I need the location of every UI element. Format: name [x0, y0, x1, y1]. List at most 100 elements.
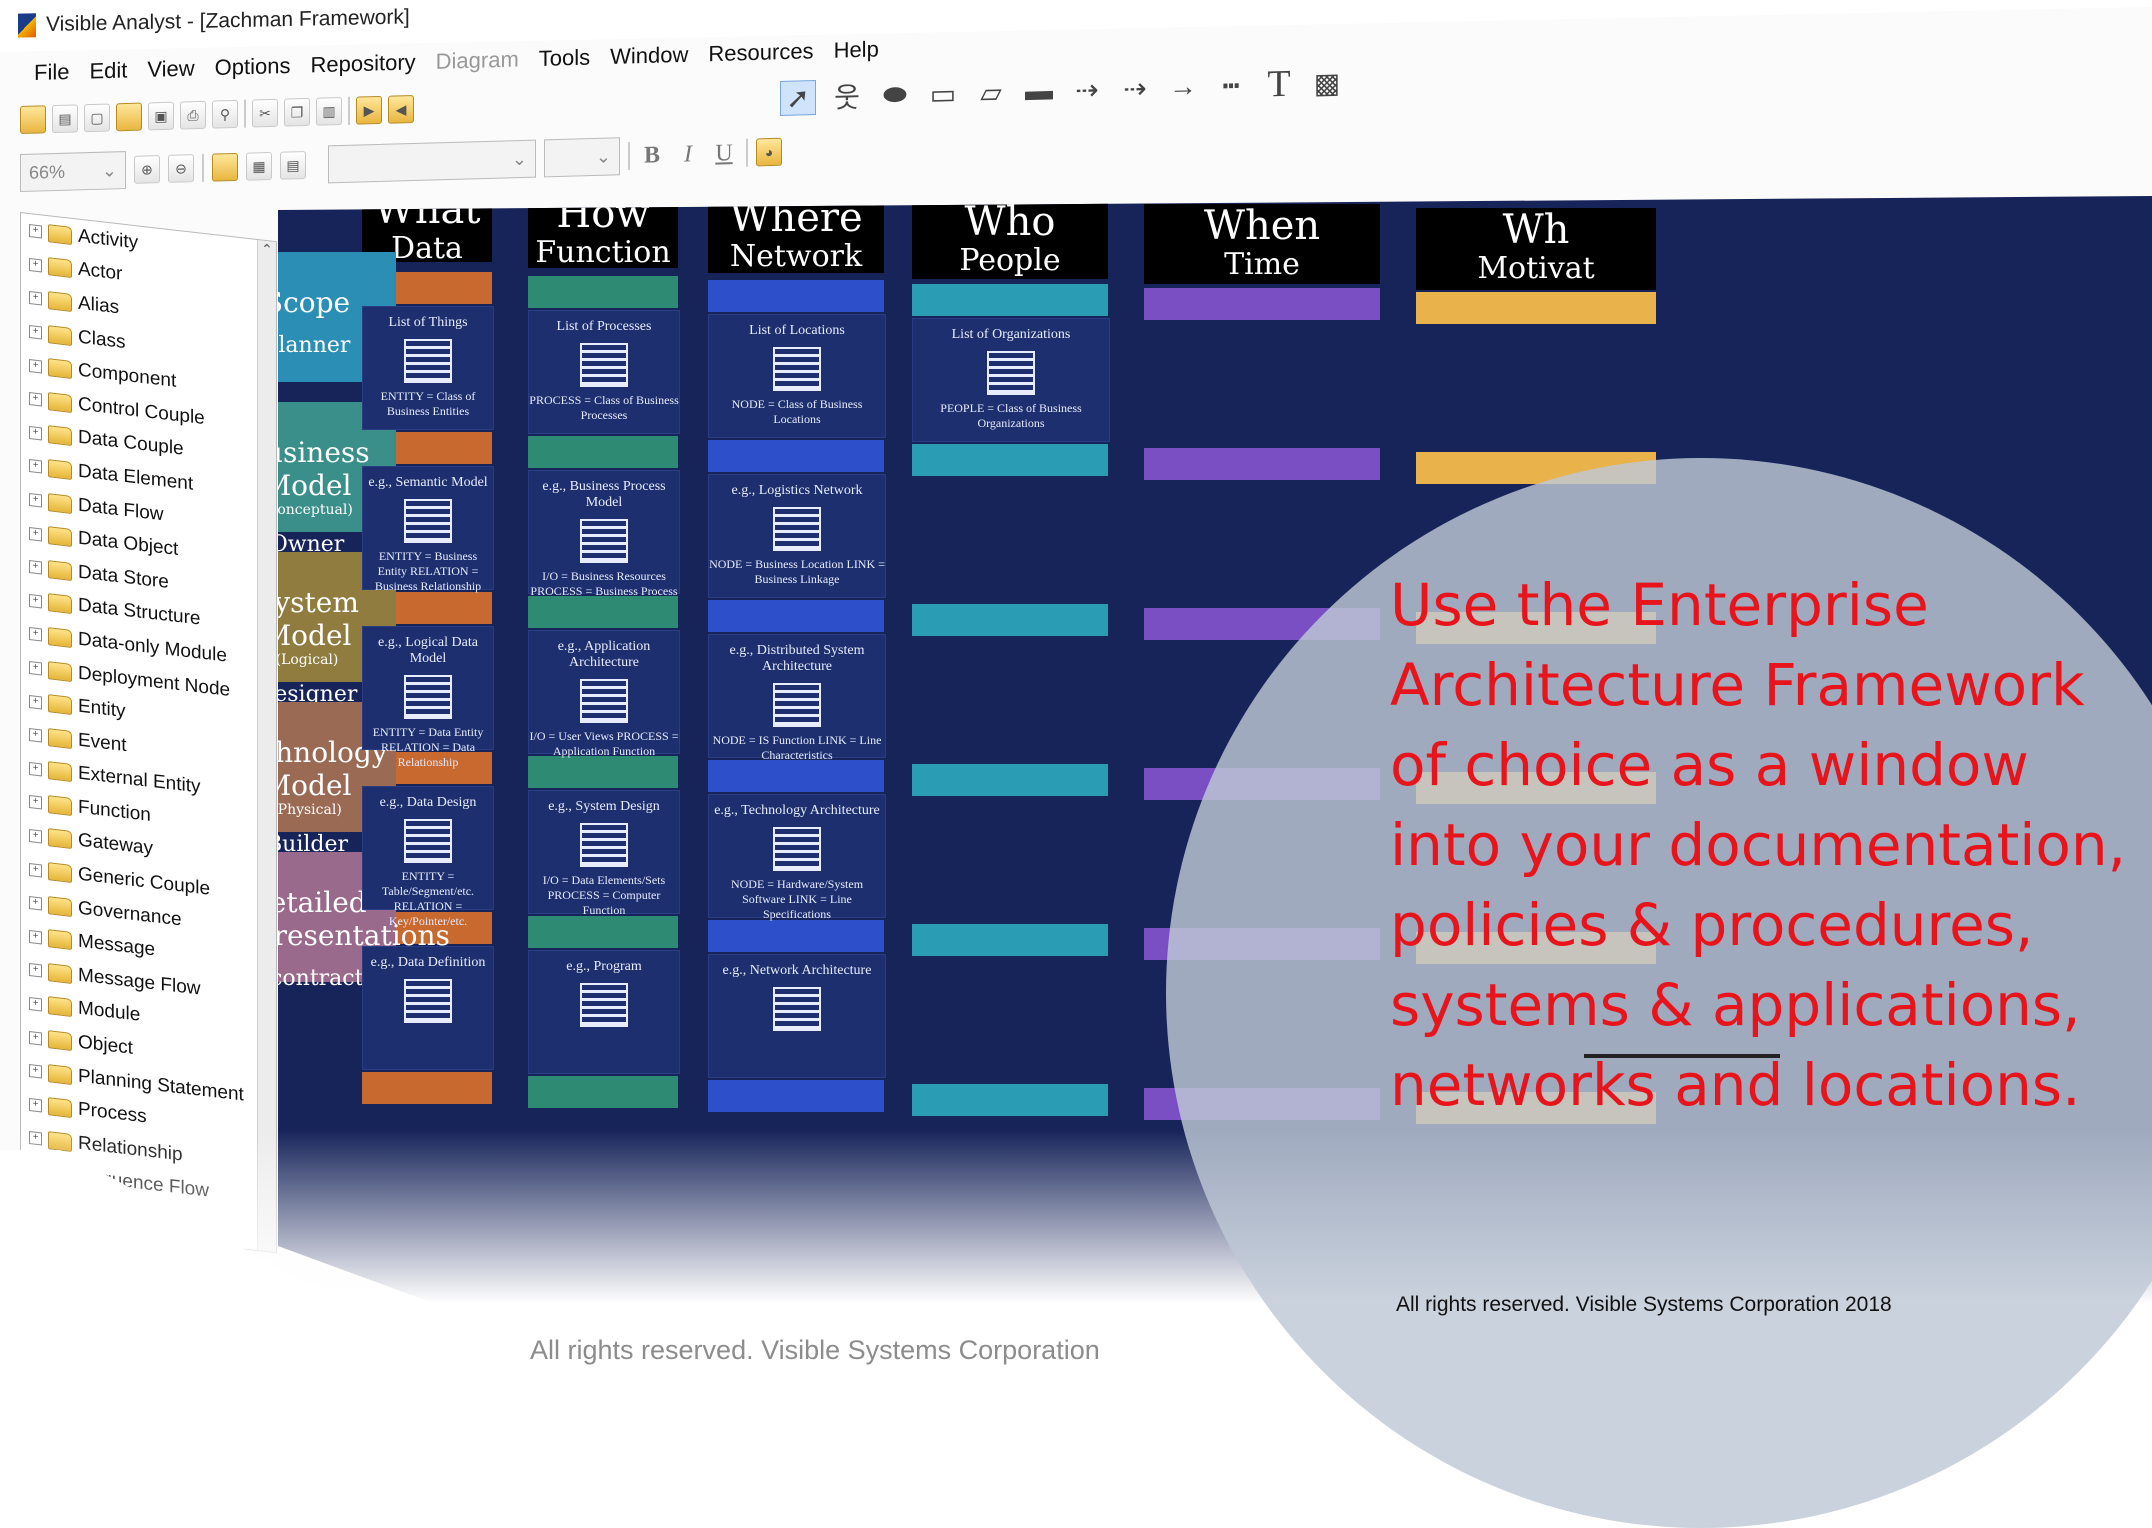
- framework-cell[interactable]: List of Locations NODE = Class of Busines…: [708, 314, 886, 438]
- font-size-select[interactable]: ⌄: [544, 137, 620, 178]
- expand-icon[interactable]: +: [29, 392, 42, 407]
- expand-icon[interactable]: +: [29, 358, 42, 374]
- font-family-select[interactable]: ⌄: [328, 139, 536, 184]
- repository-tree[interactable]: + Activity + Actor + Alias + Class + Component + Co…: [20, 212, 277, 1254]
- expand-icon[interactable]: +: [29, 829, 42, 844]
- scroll-up-arrow-icon[interactable]: ⌃: [258, 240, 276, 260]
- menu-tools[interactable]: Tools: [529, 44, 600, 72]
- expand-icon[interactable]: +: [29, 761, 42, 777]
- expand-icon[interactable]: +: [29, 728, 42, 743]
- framework-cell[interactable]: e.g., Application Architecture I/O = User…: [528, 630, 680, 758]
- line-icon[interactable]: ▬: [1022, 74, 1056, 107]
- note-icon[interactable]: ▱: [974, 75, 1008, 109]
- dotted-arrow-icon[interactable]: ⇢: [1118, 71, 1152, 105]
- framework-cell[interactable]: List of Processes PROCESS = Class of Busi…: [528, 310, 680, 434]
- expand-icon[interactable]: +: [29, 1064, 42, 1079]
- expand-icon[interactable]: +: [29, 996, 42, 1012]
- tree-scrollbar[interactable]: ⌃: [257, 240, 276, 1253]
- chevron-down-icon: ⌄: [511, 148, 527, 169]
- copy-icon[interactable]: ❐: [284, 97, 310, 127]
- menu-help[interactable]: Help: [824, 36, 889, 64]
- expand-icon[interactable]: +: [29, 795, 42, 810]
- color-palette-icon[interactable]: ◕: [756, 137, 782, 167]
- expand-icon[interactable]: +: [29, 694, 42, 710]
- image-tool-icon[interactable]: ▩: [1310, 66, 1344, 100]
- find-icon[interactable]: ⚲: [212, 99, 238, 129]
- folder-shape-icon[interactable]: ▭: [926, 76, 960, 110]
- framework-cell[interactable]: e.g., Logical Data Model ENTITY = Data En…: [362, 626, 494, 769]
- cell-description: I/O = User Views PROCESS = Application F…: [529, 729, 679, 758]
- arrow-icon[interactable]: →: [1166, 70, 1200, 103]
- italic-button[interactable]: I: [674, 140, 702, 168]
- framework-cell[interactable]: e.g., Distributed System Architecture NOD…: [708, 634, 886, 762]
- new-file-icon[interactable]: ▢: [84, 103, 110, 133]
- expand-icon[interactable]: +: [29, 1097, 42, 1113]
- menu-view[interactable]: View: [137, 55, 204, 83]
- zoom-out-icon[interactable]: ⊖: [168, 154, 194, 183]
- expand-icon[interactable]: +: [29, 224, 42, 239]
- chevron-down-icon: ⌄: [595, 145, 611, 167]
- layout-view-2-icon[interactable]: ▦: [246, 151, 272, 181]
- expand-icon[interactable]: +: [29, 929, 42, 945]
- framework-cell[interactable]: List of Things ENTITY = Class of Business…: [362, 306, 494, 430]
- cut-icon[interactable]: ✂: [252, 98, 278, 128]
- menu-window[interactable]: Window: [600, 41, 698, 70]
- menu-edit[interactable]: Edit: [79, 57, 137, 85]
- framework-cell[interactable]: e.g., Data Design ENTITY = Table/Segment/…: [362, 786, 494, 928]
- expand-icon[interactable]: +: [29, 593, 42, 609]
- save-icon[interactable]: ▣: [148, 101, 174, 131]
- expand-icon[interactable]: +: [29, 963, 42, 978]
- zoom-in-icon[interactable]: ⊕: [134, 155, 160, 184]
- framework-cell[interactable]: e.g., Technology Architecture NODE = Hard…: [708, 794, 886, 921]
- zoom-select[interactable]: 66% ⌄: [20, 151, 126, 192]
- expand-icon[interactable]: +: [29, 1164, 42, 1180]
- menu-diagram[interactable]: Diagram: [426, 46, 529, 75]
- ellipse-icon[interactable]: ⬬: [878, 78, 912, 112]
- layout-view-1-icon[interactable]: [212, 152, 238, 182]
- expand-icon[interactable]: +: [29, 291, 42, 306]
- column-color-band: [708, 760, 884, 792]
- repository-icon[interactable]: [20, 105, 46, 134]
- framework-cell[interactable]: e.g., System Design I/O = Data Elements/S…: [528, 790, 680, 917]
- expand-icon[interactable]: +: [29, 1030, 42, 1046]
- step-forward-icon[interactable]: ▶: [356, 95, 382, 125]
- paste-icon[interactable]: ▥: [316, 97, 342, 126]
- open-folder-icon[interactable]: [116, 102, 142, 132]
- print-icon[interactable]: ⎙: [180, 100, 206, 130]
- menu-file[interactable]: File: [24, 59, 79, 87]
- select-pointer-icon[interactable]: ➚: [780, 79, 816, 116]
- framework-cell[interactable]: e.g., Network Architecture: [708, 954, 886, 1078]
- expand-icon[interactable]: +: [29, 661, 42, 676]
- actor-icon[interactable]: 웃: [830, 76, 864, 117]
- expand-icon[interactable]: +: [29, 459, 42, 474]
- framework-cell[interactable]: e.g., Business Process Model I/O = Busine…: [528, 470, 680, 598]
- dashed-line-icon[interactable]: ┅: [1214, 68, 1248, 102]
- expand-icon[interactable]: +: [29, 325, 42, 340]
- expand-icon[interactable]: +: [29, 862, 42, 878]
- folder-icon: [48, 1131, 72, 1152]
- menu-options[interactable]: Options: [205, 53, 301, 82]
- framework-cell[interactable]: e.g., Program: [528, 950, 680, 1074]
- bold-button[interactable]: B: [638, 141, 666, 169]
- expand-icon[interactable]: +: [29, 493, 42, 508]
- layout-view-3-icon[interactable]: ▤: [280, 151, 306, 180]
- menu-resources[interactable]: Resources: [698, 38, 823, 67]
- underline-button[interactable]: U: [710, 139, 738, 167]
- expand-icon[interactable]: +: [29, 896, 42, 911]
- expand-icon[interactable]: +: [29, 627, 42, 642]
- expand-icon[interactable]: +: [29, 526, 42, 542]
- framework-cell[interactable]: List of Organizations PEOPLE = Class of B…: [912, 318, 1110, 442]
- step-back-icon[interactable]: ◀: [388, 94, 414, 124]
- report-icon[interactable]: ▤: [52, 104, 78, 134]
- framework-cell[interactable]: e.g., Logistics Network NODE = Business L…: [708, 474, 886, 598]
- dashed-arrow-icon[interactable]: ⇢: [1070, 72, 1104, 106]
- menu-repository[interactable]: Repository: [301, 49, 426, 78]
- text-tool-icon[interactable]: T: [1262, 62, 1296, 107]
- expand-icon[interactable]: +: [29, 257, 42, 273]
- expand-icon[interactable]: +: [29, 560, 42, 575]
- expand-icon[interactable]: +: [29, 425, 42, 441]
- framework-cell[interactable]: e.g., Semantic Model ENTITY = Business En…: [362, 466, 494, 593]
- framework-cell[interactable]: e.g., Data Definition: [362, 946, 494, 1070]
- expand-icon[interactable]: +: [29, 1131, 42, 1146]
- folder-icon: [48, 358, 72, 380]
